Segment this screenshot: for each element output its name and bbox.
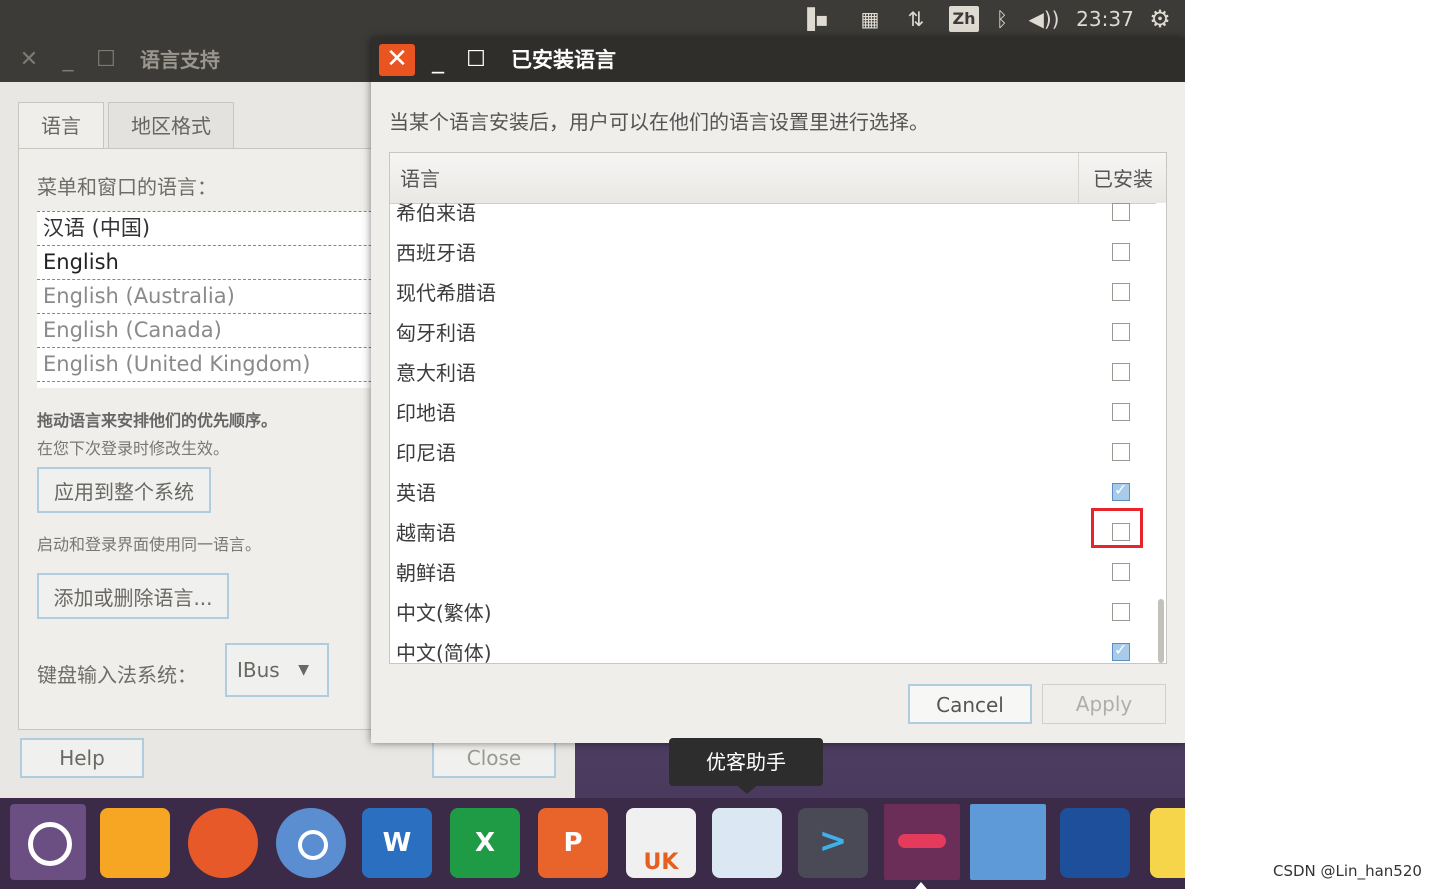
help-button[interactable]: Help (20, 738, 144, 778)
apply-button[interactable]: Apply (1042, 684, 1166, 724)
installed-checkbox[interactable] (1112, 480, 1130, 501)
files-folder-icon[interactable] (100, 808, 170, 878)
apply-system-wide-button[interactable]: 应用到整个系统 (37, 467, 211, 513)
installed-checkbox[interactable] (1112, 323, 1130, 341)
language-install-table: 语言 已安装 希伯来语西班牙语现代希腊语匈牙利语意大利语印地语印尼语英语越南语朝… (389, 152, 1167, 664)
running-indicator-icon (915, 882, 927, 889)
drag-hint-text: 拖动语言来安排他们的优先顺序。 (37, 411, 278, 430)
tab-language[interactable]: 语言 (18, 102, 104, 149)
youker-assistant-icon[interactable] (712, 808, 782, 878)
caret-down-icon: ▼ (298, 662, 309, 678)
screen: ▐▪ ▦ ⇅ Zh ᛒ ◀)) 23:37 ⚙ ✕ _ ☐ 语言支持 语言 地区… (0, 0, 1185, 889)
notes-icon[interactable] (1150, 808, 1185, 878)
keyboard-input-select[interactable]: IBus ▼ (225, 643, 329, 697)
table-row[interactable]: 意大利语 (390, 353, 1154, 393)
input-method-indicator[interactable]: Zh (949, 6, 979, 32)
language-name: 越南语 (396, 521, 456, 545)
table-row[interactable]: 匈牙利语 (390, 313, 1154, 353)
watermark-text: CSDN @Lin_han520 (1273, 862, 1422, 880)
table-row[interactable]: 希伯来语 (390, 203, 1154, 233)
network-updown-icon[interactable]: ⇅ (898, 0, 934, 38)
table-row[interactable]: 中文(简体) (390, 633, 1154, 663)
installed-checkbox[interactable] (1112, 203, 1130, 221)
dialog-titlebar: ✕ _ ☐ 已安装语言 (371, 38, 1185, 82)
language-name: 中文(繁体) (396, 601, 492, 625)
table-row[interactable]: 中文(繁体) (390, 593, 1154, 633)
table-rows: 希伯来语西班牙语现代希腊语匈牙利语意大利语印地语印尼语英语越南语朝鲜语中文(繁体… (390, 203, 1154, 663)
language-name: 希伯来语 (396, 203, 476, 225)
installed-checkbox[interactable] (1112, 640, 1130, 661)
world-map-icon[interactable] (970, 804, 1046, 880)
installed-checkbox[interactable] (1112, 403, 1130, 421)
language-name: 印尼语 (396, 441, 456, 465)
installed-checkbox[interactable] (1112, 363, 1130, 381)
wps-writer-icon[interactable]: W (362, 808, 432, 878)
clock[interactable]: 23:37 (1074, 0, 1136, 38)
table-row[interactable]: 印尼语 (390, 433, 1154, 473)
column-header-language[interactable]: 语言 (400, 153, 440, 205)
language-name: 西班牙语 (396, 241, 476, 265)
cancel-button[interactable]: Cancel (908, 684, 1032, 724)
minimize-icon[interactable]: _ (56, 38, 80, 82)
keyboard-input-value: IBus (237, 658, 280, 682)
tooltip-arrow (735, 784, 759, 794)
installed-checkbox[interactable] (1112, 243, 1130, 261)
language-name: 印地语 (396, 401, 456, 425)
table-row[interactable]: 西班牙语 (390, 233, 1154, 273)
language-name: 朝鲜语 (396, 561, 456, 585)
login-screen-hint-text: 启动和登录界面使用同一语言。 (37, 535, 262, 554)
relogin-hint-text: 在您下次登录时修改生效。 (37, 439, 230, 458)
installed-checkbox[interactable] (1112, 563, 1130, 581)
dialog-title: 已安装语言 (511, 48, 616, 72)
settings-gear-icon[interactable]: ⚙ (1144, 0, 1176, 38)
terminal-icon[interactable]: > (798, 808, 868, 878)
maximize-icon[interactable]: ☐ (94, 38, 118, 82)
table-row[interactable]: 越南语 (390, 513, 1154, 553)
window-title: 语言支持 (140, 48, 220, 72)
language-name: 意大利语 (396, 361, 476, 385)
menu-language-label: 菜单和窗口的语言： (37, 175, 217, 199)
firefox-icon[interactable] (188, 808, 258, 878)
keyboard-indicator-icon[interactable]: ▐▪ (796, 0, 832, 38)
maximize-icon[interactable]: ☐ (461, 38, 491, 82)
table-row[interactable]: 英语 (390, 473, 1154, 513)
add-remove-languages-button[interactable]: 添加或删除语言... (37, 573, 229, 619)
table-header: 语言 已安装 (390, 153, 1166, 204)
window-app-icon[interactable] (1060, 808, 1130, 878)
annotation-highlight-box (1091, 508, 1143, 548)
tab-regional-formats[interactable]: 地区格式 (108, 102, 234, 149)
scrollbar-thumb[interactable] (1158, 599, 1164, 663)
calendar-icon[interactable]: ▦ (852, 0, 888, 38)
chromium-icon[interactable] (276, 808, 346, 878)
table-row[interactable]: 现代希腊语 (390, 273, 1154, 313)
table-scrollbar[interactable] (1156, 203, 1166, 663)
installed-checkbox[interactable] (1112, 443, 1130, 461)
close-icon[interactable]: ✕ (379, 44, 415, 76)
keyboard-input-label: 键盘输入法系统： (37, 663, 197, 687)
launcher-bar: W X P UK > (0, 798, 1185, 889)
ubuntu-kylin-store-icon[interactable]: UK (626, 808, 696, 878)
language-name: 现代希腊语 (396, 281, 496, 305)
installed-languages-dialog: ✕ _ ☐ 已安装语言 当某个语言安装后，用户可以在他们的语言设置里进行选择。 … (371, 38, 1185, 743)
close-icon[interactable]: ✕ (16, 38, 42, 82)
top-panel: ▐▪ ▦ ⇅ Zh ᛒ ◀)) 23:37 ⚙ (0, 0, 1185, 38)
launcher-tooltip: 优客助手 (669, 738, 823, 786)
language-name: 英语 (396, 481, 436, 505)
table-row[interactable]: 印地语 (390, 393, 1154, 433)
volume-icon[interactable]: ◀)) (1024, 0, 1064, 38)
language-name: 匈牙利语 (396, 321, 476, 345)
installed-checkbox[interactable] (1112, 603, 1130, 621)
dialog-description: 当某个语言安装后，用户可以在他们的语言设置里进行选择。 (389, 110, 929, 134)
bluetooth-icon[interactable]: ᛒ (988, 0, 1016, 38)
table-row[interactable]: 朝鲜语 (390, 553, 1154, 593)
wps-spreadsheet-icon[interactable]: X (450, 808, 520, 878)
installed-checkbox[interactable] (1112, 283, 1130, 301)
close-button[interactable]: Close (432, 738, 556, 778)
language-name: 中文(简体) (396, 641, 492, 663)
wps-presentation-icon[interactable]: P (538, 808, 608, 878)
ubuntu-dash-icon[interactable] (10, 804, 86, 880)
passwords-keys-icon[interactable] (884, 804, 960, 880)
minimize-icon[interactable]: _ (425, 38, 451, 82)
column-header-installed[interactable]: 已安装 (1078, 153, 1166, 203)
